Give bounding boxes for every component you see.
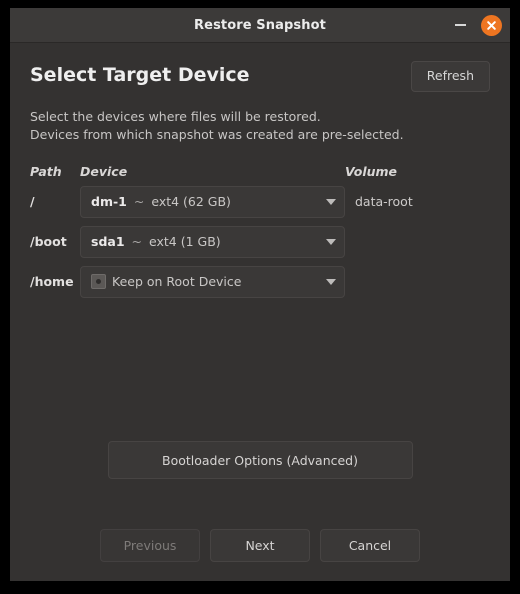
device-table: Path Device Volume / dm-1 ~ ext4 (62 GB): [30, 162, 490, 302]
device-name: dm-1: [91, 194, 127, 209]
row-path-label: /: [30, 194, 35, 209]
device-detail: ext4 (1 GB): [149, 234, 221, 249]
table-row: /home Keep on Root Device: [30, 262, 490, 302]
page-title: Select Target Device: [30, 64, 250, 86]
device-separator: ~: [131, 234, 143, 249]
row-device-cell: dm-1 ~ ext4 (62 GB): [80, 185, 345, 218]
bootloader-options-area: Bootloader Options (Advanced): [30, 441, 490, 479]
table-row: /boot sda1 ~ ext4 (1 GB): [30, 222, 490, 262]
device-dropdown-home-label: Keep on Root Device: [91, 274, 320, 289]
dialog-content: Select Target Device Refresh Select the …: [10, 43, 510, 581]
device-dropdown-boot-label: sda1 ~ ext4 (1 GB): [91, 234, 320, 249]
description-line-2: Devices from which snapshot was created …: [30, 126, 404, 142]
minimize-button[interactable]: [451, 16, 469, 34]
device-dropdown-root[interactable]: dm-1 ~ ext4 (62 GB): [80, 185, 345, 218]
chevron-down-icon: [326, 198, 336, 205]
table-row: / dm-1 ~ ext4 (62 GB) data-root: [30, 182, 490, 222]
device-separator: ~: [133, 194, 145, 209]
device-detail: Keep on Root Device: [112, 274, 242, 289]
device-name: sda1: [91, 234, 125, 249]
cancel-button[interactable]: Cancel: [320, 529, 420, 562]
window-titlebar: Restore Snapshot: [10, 8, 510, 43]
device-detail: ext4 (62 GB): [151, 194, 231, 209]
chevron-down-icon: [326, 238, 336, 245]
disk-icon: [91, 274, 106, 289]
row-device-cell: Keep on Root Device: [80, 265, 345, 298]
device-dropdown-boot[interactable]: sda1 ~ ext4 (1 GB): [80, 225, 345, 258]
device-dropdown-home[interactable]: Keep on Root Device: [80, 265, 345, 298]
row-path-label: /boot: [30, 234, 67, 249]
description-line-1: Select the devices where files will be r…: [30, 108, 321, 124]
header-row: Select Target Device Refresh: [30, 61, 490, 92]
minimize-icon: [454, 24, 466, 26]
bootloader-options-button[interactable]: Bootloader Options (Advanced): [107, 441, 413, 479]
description-text: Select the devices where files will be r…: [30, 108, 490, 144]
row-path-label: /home: [30, 274, 74, 289]
column-header-path: Path: [30, 164, 62, 179]
column-header-volume: Volume: [345, 164, 398, 179]
restore-snapshot-window: Restore Snapshot Select Target Device Re…: [10, 8, 510, 581]
table-header-row: Path Device Volume: [30, 162, 490, 182]
dialog-footer: Previous Next Cancel: [10, 529, 510, 562]
row-volume-label: data-root: [355, 194, 413, 209]
close-icon: [487, 20, 496, 30]
next-button[interactable]: Next: [210, 529, 310, 562]
window-controls: [451, 8, 502, 42]
close-button[interactable]: [481, 14, 502, 36]
device-dropdown-root-label: dm-1 ~ ext4 (62 GB): [91, 194, 320, 209]
previous-button[interactable]: Previous: [100, 529, 200, 562]
chevron-down-icon: [326, 278, 336, 285]
refresh-button[interactable]: Refresh: [410, 61, 490, 92]
window-title: Restore Snapshot: [194, 17, 326, 33]
column-header-device: Device: [80, 164, 128, 179]
row-device-cell: sda1 ~ ext4 (1 GB): [80, 225, 345, 258]
